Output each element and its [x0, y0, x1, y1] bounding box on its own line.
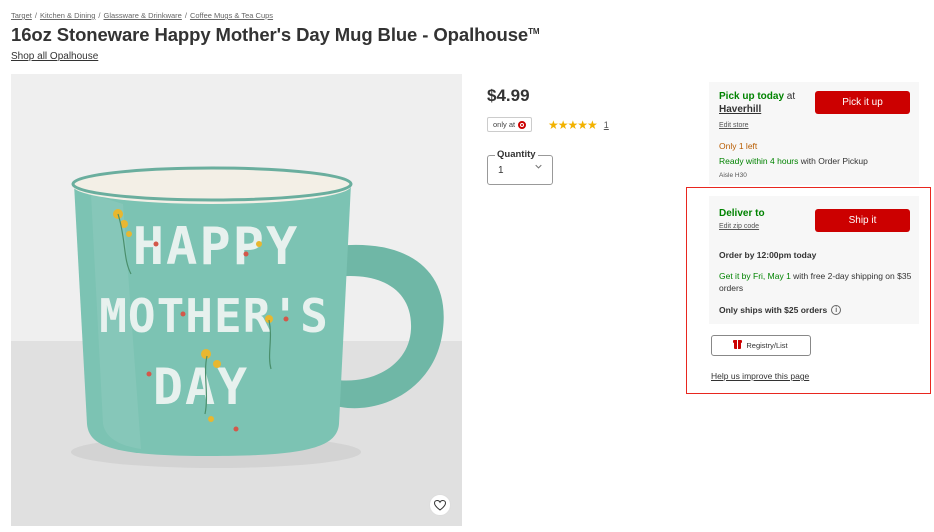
product-title-text: 16oz Stoneware Happy Mother's Day Mug Bl…	[11, 24, 529, 45]
edit-zip-link[interactable]: Edit zip code	[719, 223, 759, 230]
minimum-order-text: Only ships with $25 orders	[719, 305, 828, 315]
chevron-down-icon	[535, 164, 542, 169]
target-logo-icon	[518, 120, 527, 129]
breadcrumb-separator: /	[98, 11, 101, 20]
registry-list-button[interactable]: Registry/List	[711, 335, 811, 356]
quantity-select[interactable]: Quantity 1	[487, 149, 553, 185]
mug-illustration: HAPPY MOTHER'S DAY	[71, 166, 444, 468]
product-image[interactable]: HAPPY MOTHER'S DAY	[11, 74, 462, 526]
mug-text-line-3: DAY	[153, 358, 249, 416]
product-rating[interactable]: ★★★★★ 1	[548, 118, 609, 132]
mug-text-line-2: MOTHER'S	[99, 289, 329, 343]
order-by-text: Order by 12:00pm today	[719, 250, 817, 260]
page-title: 16oz Stoneware Happy Mother's Day Mug Bl…	[11, 24, 540, 46]
delivery-date: Get it by Fri, May 1	[719, 271, 791, 281]
pickup-today-label: Pick up today	[719, 91, 785, 102]
breadcrumb-coffee-mugs[interactable]: Coffee Mugs & Tea Cups	[190, 11, 273, 20]
breadcrumb-glassware[interactable]: Glassware & Drinkware	[104, 11, 182, 20]
breadcrumb-kitchen-dining[interactable]: Kitchen & Dining	[40, 11, 95, 20]
rating-count[interactable]: 1	[604, 120, 609, 130]
pickup-heading: Pick up today at	[719, 91, 795, 102]
pickup-ready-text: Ready within 4 hours with Order Pickup	[719, 156, 868, 166]
mug-text-line-1: HAPPY	[133, 217, 300, 277]
only-at-label: only at	[493, 120, 516, 129]
favorite-button[interactable]	[429, 494, 451, 516]
quantity-label: Quantity	[495, 149, 538, 160]
edit-store-link[interactable]: Edit store	[719, 122, 749, 129]
breadcrumb: Target / Kitchen & Dining / Glassware & Drin…	[11, 11, 273, 20]
stock-status: Only 1 left	[719, 141, 758, 151]
info-icon[interactable]: i	[831, 305, 842, 315]
breadcrumb-separator: /	[34, 11, 37, 20]
ship-it-button[interactable]: Ship it	[815, 209, 910, 232]
delivery-estimate: Get it by Fri, May 1 with free 2-day shi…	[719, 270, 914, 294]
deliver-to-heading: Deliver to	[719, 208, 765, 219]
aisle-location: Aisle H30	[719, 172, 747, 179]
minimum-order-notice: Only ships with $25 orders i	[719, 305, 842, 315]
registry-list-label: Registry/List	[746, 341, 788, 350]
ready-time: Ready within 4 hours	[719, 156, 799, 166]
quantity-value: 1	[498, 165, 504, 176]
star-rating-icon: ★★★★★	[548, 118, 598, 132]
pick-it-up-button[interactable]: Pick it up	[815, 91, 910, 114]
product-price: $4.99	[487, 86, 530, 105]
gift-icon	[733, 340, 743, 349]
trademark-mark: TM	[528, 27, 540, 36]
feedback-link[interactable]: Help us improve this page	[711, 371, 809, 381]
pickup-at-label: at	[784, 91, 796, 102]
pickup-panel: Pick up today at Haverhill Edit store On…	[709, 82, 919, 185]
breadcrumb-target[interactable]: Target	[11, 11, 32, 20]
breadcrumb-separator: /	[184, 11, 187, 20]
delivery-panel: Deliver to Edit zip code Order by 12:00p…	[709, 196, 919, 324]
only-at-target-badge: only at	[487, 117, 533, 132]
heart-icon	[434, 499, 446, 511]
ready-method: with Order Pickup	[798, 156, 868, 166]
shop-all-brand-link[interactable]: Shop all Opalhouse	[11, 51, 98, 62]
pickup-store-link[interactable]: Haverhill	[719, 104, 761, 115]
